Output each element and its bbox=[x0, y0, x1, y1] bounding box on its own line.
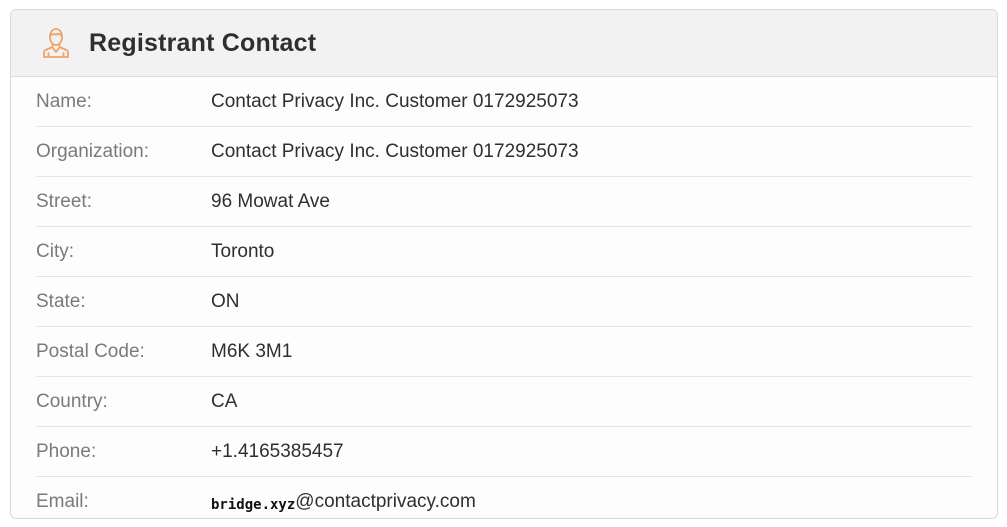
postal-code-value: M6K 3M1 bbox=[211, 340, 293, 362]
phone-label: Phone: bbox=[36, 440, 97, 462]
card-header: Registrant Contact bbox=[11, 10, 997, 77]
city-label: City: bbox=[36, 240, 74, 262]
country-value: CA bbox=[211, 390, 238, 412]
row-city: City: Toronto bbox=[36, 227, 972, 277]
street-label: Street: bbox=[36, 190, 92, 212]
phone-value: +1.4165385457 bbox=[211, 440, 344, 462]
row-email: Email: bridge.xyz@contactprivacy.com bbox=[36, 477, 972, 518]
postal-code-label: Postal Code: bbox=[36, 340, 145, 362]
email-value: bridge.xyz@contactprivacy.com bbox=[211, 491, 476, 513]
section-title: Registrant Contact bbox=[89, 28, 317, 57]
row-state: State: ON bbox=[36, 277, 972, 327]
street-value: 96 Mowat Ave bbox=[211, 190, 331, 212]
row-postal-code: Postal Code: M6K 3M1 bbox=[36, 327, 972, 377]
city-value: Toronto bbox=[211, 240, 275, 262]
state-value: ON bbox=[211, 290, 240, 312]
organization-label: Organization: bbox=[36, 140, 150, 162]
row-street: Street: 96 Mowat Ave bbox=[36, 177, 972, 227]
row-organization: Organization: Contact Privacy Inc. Custo… bbox=[36, 127, 972, 177]
row-country: Country: CA bbox=[36, 377, 972, 427]
name-value: Contact Privacy Inc. Customer 0172925073 bbox=[211, 90, 579, 112]
contact-details-list: Name: Contact Privacy Inc. Customer 0172… bbox=[11, 77, 997, 518]
email-domain: @contactprivacy.com bbox=[295, 490, 476, 512]
country-label: Country: bbox=[36, 390, 108, 412]
organization-value: Contact Privacy Inc. Customer 0172925073 bbox=[211, 140, 579, 162]
row-phone: Phone: +1.4165385457 bbox=[36, 427, 972, 477]
registrant-contact-card: Registrant Contact Name: Contact Privacy… bbox=[10, 9, 998, 519]
row-name: Name: Contact Privacy Inc. Customer 0172… bbox=[36, 77, 972, 127]
email-user: bridge.xyz bbox=[211, 496, 296, 513]
email-label: Email: bbox=[36, 490, 89, 512]
state-label: State: bbox=[36, 290, 86, 312]
person-icon bbox=[41, 26, 71, 60]
name-label: Name: bbox=[36, 90, 92, 112]
